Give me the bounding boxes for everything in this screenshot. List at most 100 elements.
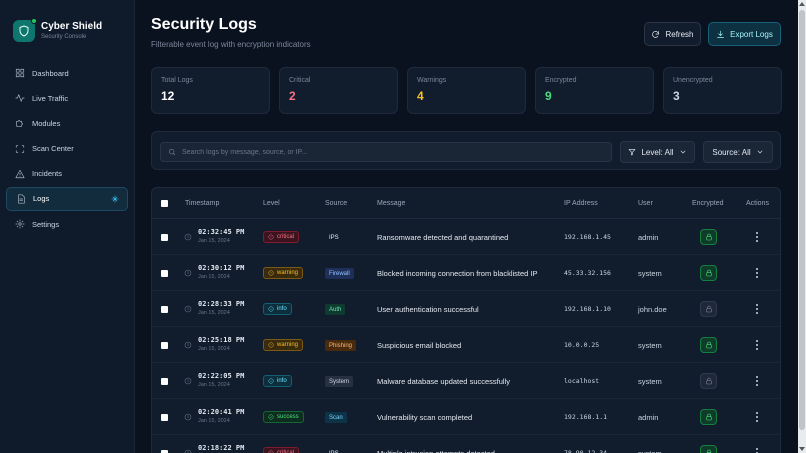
source-badge: Phishing: [325, 340, 357, 351]
table-row[interactable]: 02:28:33 PM Jan 15, 2024 info Auth User …: [152, 291, 780, 327]
select-all-checkbox[interactable]: [161, 200, 168, 207]
ip-address: 10.0.0.25: [564, 341, 600, 349]
timestamp-time: 02:25:18 PM: [198, 336, 245, 344]
status-dot: [31, 18, 37, 24]
level-filter-dropdown[interactable]: Level: All: [620, 141, 695, 163]
timestamp-date: Jan 15, 2024: [198, 238, 230, 244]
alert-circle-icon: [268, 234, 274, 240]
page-title: Security Logs: [151, 16, 257, 33]
row-checkbox[interactable]: [161, 270, 168, 277]
row-checkbox[interactable]: [161, 342, 168, 349]
row-actions-menu-icon[interactable]: [755, 268, 759, 278]
row-actions-menu-icon[interactable]: [755, 448, 759, 453]
row-actions-menu-icon[interactable]: [755, 304, 759, 314]
stat-label: Total Logs: [161, 77, 193, 84]
chevron-down-icon: [757, 150, 762, 154]
clock-icon: [184, 413, 192, 421]
encryption-indicator: [700, 265, 717, 281]
scroll-down-arrow[interactable]: [799, 447, 805, 451]
column-header-source[interactable]: Source: [325, 200, 347, 207]
column-header-level[interactable]: Level: [263, 200, 280, 207]
column-header-message[interactable]: Message: [377, 200, 405, 207]
sidebar-item-label: Settings: [32, 219, 60, 229]
sidebar-item-dashboard[interactable]: Dashboard: [6, 61, 128, 85]
level-label: info: [277, 306, 287, 312]
ip-address: 192.168.1.10: [564, 305, 611, 313]
timestamp-date: Jan 15, 2024: [198, 382, 230, 388]
encryption-indicator: [700, 445, 717, 453]
check-circle-icon: [268, 414, 274, 420]
row-checkbox[interactable]: [161, 234, 168, 241]
sidebar-item-scan-center[interactable]: Scan Center: [6, 137, 128, 161]
sidebar-item-incidents[interactable]: Incidents: [6, 162, 128, 186]
search-box: [160, 142, 612, 162]
user-name: admin: [638, 233, 659, 242]
timestamp-time: 02:22:05 PM: [198, 372, 245, 380]
search-icon: [169, 149, 176, 156]
table-row[interactable]: 02:18:22 PM Jan 15, 2024 critical IPS Mu…: [152, 435, 780, 453]
source-filter-dropdown[interactable]: Source: All: [703, 141, 773, 163]
row-checkbox[interactable]: [161, 378, 168, 385]
column-header-user[interactable]: User: [638, 200, 653, 207]
level-badge: success: [263, 411, 304, 423]
logs-table: Timestamp Level Source Message IP Addres…: [151, 187, 781, 453]
sidebar-item-label: Modules: [32, 118, 61, 128]
stat-value: 4: [417, 89, 424, 103]
row-actions-menu-icon[interactable]: [755, 412, 759, 422]
sidebar-item-logs[interactable]: Logs: [6, 186, 128, 211]
timestamp-time: 02:20:41 PM: [198, 408, 245, 416]
source-badge: IPS: [325, 448, 343, 453]
stat-label: Critical: [289, 77, 311, 84]
column-header-ip[interactable]: IP Address: [564, 200, 598, 207]
table-row[interactable]: 02:30:12 PM Jan 15, 2024 warning Firewal…: [152, 255, 780, 291]
user-name: system: [638, 377, 662, 386]
timestamp-time: 02:32:45 PM: [198, 228, 245, 236]
scroll-up-arrow[interactable]: [799, 2, 805, 6]
column-header-timestamp[interactable]: Timestamp: [185, 200, 219, 207]
stat-card-total: Total Logs 12: [151, 67, 270, 114]
scan-icon: [15, 144, 25, 153]
stat-card-encrypted: Encrypted 9: [535, 67, 654, 114]
info-icon: [268, 306, 274, 312]
row-checkbox[interactable]: [161, 306, 168, 313]
scroll-thumb[interactable]: [799, 10, 805, 430]
encryption-indicator: [700, 409, 717, 425]
level-badge: warning: [263, 267, 304, 279]
table-row[interactable]: 02:32:45 PM Jan 15, 2024 critical IPS Ra…: [152, 219, 780, 255]
filter-bar: Level: All Source: All: [151, 131, 781, 170]
level-label: warning: [277, 270, 299, 276]
sidebar-item-label: Live Traffic: [32, 93, 69, 103]
stat-value: 2: [289, 89, 296, 103]
user-name: admin: [638, 413, 659, 422]
refresh-button[interactable]: Refresh: [644, 22, 701, 46]
page-scrollbar[interactable]: [798, 0, 806, 453]
search-input[interactable]: [182, 148, 602, 156]
app-name: Cyber Shield: [41, 20, 103, 32]
export-logs-button[interactable]: Export Logs: [708, 22, 781, 46]
user-name: system: [638, 269, 662, 278]
row-actions-menu-icon[interactable]: [755, 232, 759, 242]
sidebar-item-modules[interactable]: Modules: [6, 111, 128, 135]
table-row[interactable]: 02:22:05 PM Jan 15, 2024 info System Mal…: [152, 363, 780, 399]
sidebar-item-label: Incidents: [32, 169, 63, 179]
level-badge: info: [263, 303, 292, 315]
row-checkbox[interactable]: [161, 414, 168, 421]
row-actions-menu-icon[interactable]: [755, 376, 759, 386]
timestamp-date: Jan 15, 2024: [198, 346, 230, 352]
table-row[interactable]: 02:20:41 PM Jan 15, 2024 success Scan Vu…: [152, 399, 780, 435]
sidebar-item-settings[interactable]: Settings: [6, 212, 128, 236]
level-label: info: [277, 378, 287, 384]
encryption-indicator: [700, 373, 717, 389]
row-actions-menu-icon[interactable]: [755, 340, 759, 350]
sidebar-item-label: Dashboard: [32, 68, 69, 78]
puzzle-icon: [16, 120, 23, 128]
lock-icon: [705, 413, 712, 421]
table-row[interactable]: 02:25:18 PM Jan 15, 2024 warning Phishin…: [152, 327, 780, 363]
source-badge: IPS: [329, 234, 339, 241]
brand: Cyber Shield Security Console: [0, 0, 134, 50]
column-header-encrypted[interactable]: Encrypted: [692, 200, 724, 207]
sidebar-item-live-traffic[interactable]: Live Traffic: [6, 86, 128, 110]
download-icon: [717, 30, 724, 38]
alert-circle-icon: [268, 270, 274, 276]
shield-logo-icon: [13, 18, 37, 42]
